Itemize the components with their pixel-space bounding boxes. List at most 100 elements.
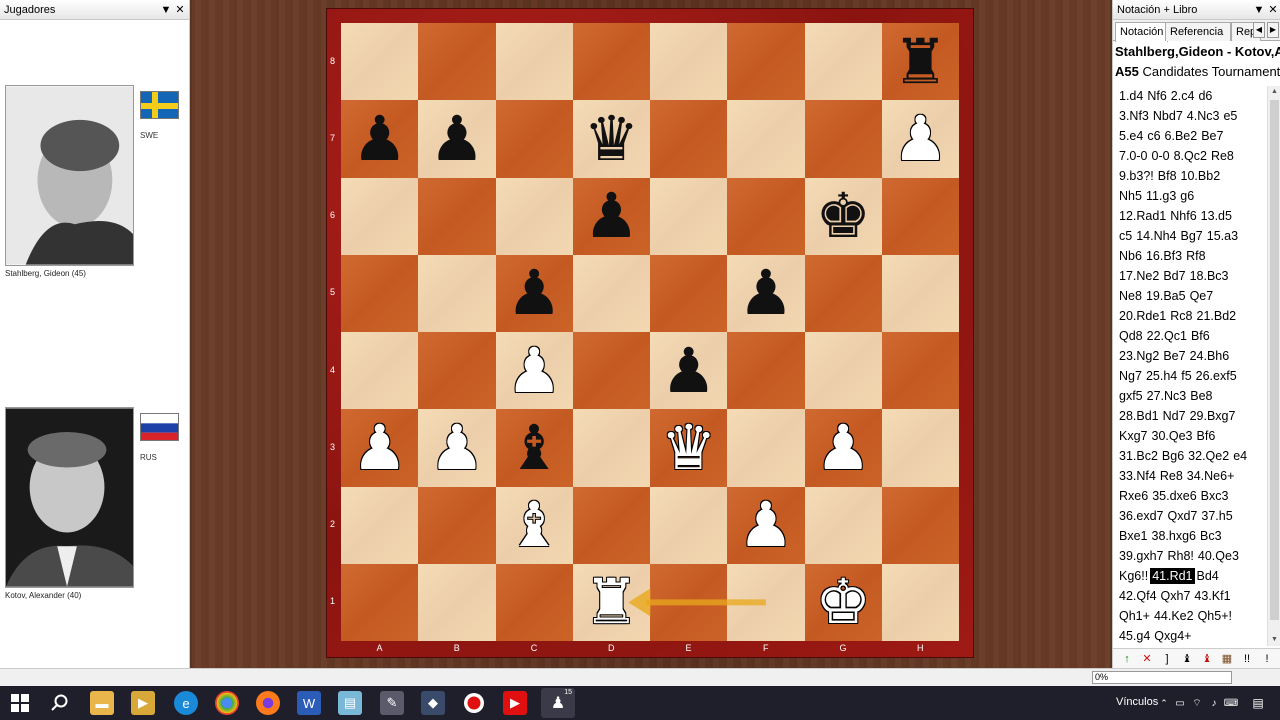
move[interactable]: Bd4 — [1195, 568, 1221, 584]
bracket-icon[interactable]: ] — [1159, 651, 1175, 667]
record-icon[interactable] — [462, 691, 486, 715]
move[interactable]: 10.Bb2 — [1179, 168, 1223, 184]
square-d5[interactable] — [572, 254, 650, 332]
move[interactable]: 12.Rad1 — [1117, 208, 1168, 224]
move[interactable]: Bf8 — [1156, 168, 1179, 184]
square-c6[interactable] — [495, 177, 573, 255]
network-icon[interactable]: ▭ — [1173, 691, 1187, 715]
move[interactable]: 25.h4 — [1144, 368, 1179, 384]
move[interactable]: 36.exd7 — [1117, 508, 1165, 524]
move[interactable]: 42.Qf4 — [1117, 588, 1159, 604]
move[interactable]: 19.Ba5 — [1144, 288, 1188, 304]
move[interactable]: Qxg4+ — [1152, 628, 1193, 644]
square-e2[interactable] — [650, 486, 728, 564]
square-f7[interactable] — [727, 100, 805, 178]
square-c1[interactable] — [495, 563, 573, 641]
black-pawn-c5[interactable]: ♟ — [496, 255, 573, 332]
move[interactable]: 27.Nc3 — [1145, 388, 1189, 404]
move[interactable]: 31.Bc2 — [1117, 448, 1160, 464]
move[interactable]: Rf8 — [1184, 248, 1207, 264]
notepad-icon[interactable]: ▤ — [338, 691, 362, 715]
move[interactable]: Rh8! — [1165, 548, 1195, 564]
panel-menu-icon[interactable]: ▼ — [160, 0, 172, 20]
move[interactable]: 43.Kf1 — [1192, 588, 1232, 604]
move[interactable]: 9.b3?! — [1117, 168, 1156, 184]
square-e6[interactable] — [650, 177, 728, 255]
move[interactable]: Rxe6 — [1117, 488, 1150, 504]
move[interactable]: Qd8 — [1117, 328, 1145, 344]
white-pawn-h7[interactable]: ♟ — [882, 100, 959, 177]
square-b6[interactable] — [418, 177, 496, 255]
move[interactable]: Ng7 — [1117, 368, 1144, 384]
black-pawn-d6[interactable]: ♟ — [573, 178, 650, 255]
bishop-red-icon[interactable]: ♝ — [1199, 651, 1215, 667]
tab-reference[interactable]: Referencia — [1165, 22, 1231, 41]
panel-close-icon[interactable]: ✕ — [174, 0, 186, 20]
file-explorer-icon[interactable]: ▬ — [90, 691, 114, 715]
tab-scroll-right-icon[interactable]: ▶ — [1267, 22, 1279, 38]
move[interactable]: 44.Ke2 — [1152, 608, 1196, 624]
move[interactable]: 32.Qe2 — [1186, 448, 1231, 464]
move[interactable]: Be7 — [1161, 348, 1187, 364]
move[interactable]: 5.e4 — [1117, 128, 1145, 144]
paint-icon[interactable]: ✎ — [380, 691, 404, 715]
move[interactable]: e4 — [1231, 448, 1249, 464]
move[interactable]: 0-0 — [1150, 148, 1172, 164]
square-h1[interactable] — [881, 563, 959, 641]
square-a6[interactable] — [341, 177, 419, 255]
square-h4[interactable] — [881, 332, 959, 410]
media-player-icon[interactable]: ▶ — [131, 691, 155, 715]
black-bishop-c3[interactable]: ♝ — [496, 409, 573, 486]
move[interactable]: d6 — [1196, 88, 1214, 104]
move[interactable]: Bd7 — [1161, 268, 1187, 284]
move[interactable]: c6 — [1145, 128, 1162, 144]
move-list[interactable]: 1.d4 Nf6 2.c4 d6 3.Nf3 Nbd7 4.Nc3 e5 5.e4 c6 6.Be2… — [1117, 86, 1267, 646]
square-a4[interactable] — [341, 332, 419, 410]
move[interactable]: g6 — [1178, 188, 1196, 204]
square-g8[interactable] — [804, 23, 882, 101]
move[interactable]: Be8 — [1188, 388, 1214, 404]
move[interactable]: Ne8 — [1117, 288, 1144, 304]
square-d3[interactable] — [572, 409, 650, 487]
move[interactable]: e5 — [1221, 108, 1239, 124]
tray-expand-icon[interactable]: ⌃ — [1157, 691, 1171, 715]
white-pawn-f2[interactable]: ♟ — [727, 487, 804, 564]
square-a1[interactable] — [341, 563, 419, 641]
white-rook-d1[interactable]: ♜ — [573, 564, 650, 641]
move[interactable]: Kxg7 — [1117, 428, 1150, 444]
notifications-icon[interactable]: ▤ — [1248, 691, 1268, 715]
move[interactable]: Qh5+! — [1196, 608, 1234, 624]
move[interactable]: Bxe1 — [1117, 528, 1150, 544]
wifi-icon[interactable]: ⌔ — [1190, 691, 1204, 715]
move[interactable]: Nh5 — [1117, 188, 1144, 204]
move[interactable]: 38.hxg6 — [1150, 528, 1198, 544]
move[interactable]: 26.exf5 — [1194, 368, 1239, 384]
tray-links-label[interactable]: Vínculos — [1116, 696, 1158, 708]
move[interactable]: Nf6 — [1145, 88, 1168, 104]
move[interactable]: Nb6 — [1117, 248, 1144, 264]
black-king-g6[interactable]: ♚ — [805, 178, 882, 255]
move[interactable]: c5 — [1117, 228, 1134, 244]
panel-menu-icon[interactable]: ▼ — [1253, 0, 1265, 20]
word-icon[interactable]: W — [297, 691, 321, 715]
move[interactable]: Qe7 — [1188, 288, 1216, 304]
move[interactable]: 15.a3 — [1205, 228, 1240, 244]
white-king-g1[interactable]: ♚ — [805, 564, 882, 641]
square-f3[interactable] — [727, 409, 805, 487]
move[interactable]: Bxc3 — [1199, 488, 1231, 504]
square-d4[interactable] — [572, 332, 650, 410]
brilliant-move-icon[interactable]: !! — [1239, 651, 1255, 667]
move-list-scrollbar[interactable]: ▲ ▼ — [1267, 86, 1280, 646]
move[interactable]: 3.Nf3 — [1117, 108, 1151, 124]
white-bishop-c2[interactable]: ♝ — [496, 487, 573, 564]
volume-icon[interactable]: ♪ — [1207, 691, 1221, 715]
move[interactable]: 4.Nc3 — [1185, 108, 1222, 124]
black-queen-d7[interactable]: ♛ — [573, 100, 650, 177]
move[interactable]: Qxh7 — [1159, 588, 1193, 604]
move[interactable]: 2.c4 — [1169, 88, 1197, 104]
delete-icon[interactable]: ✕ — [1139, 651, 1155, 667]
chess-app-icon[interactable]: ♟ 15 — [541, 688, 575, 718]
square-b1[interactable] — [418, 563, 496, 641]
panel-close-icon[interactable]: ✕ — [1267, 0, 1279, 20]
move[interactable]: Nhf6 — [1168, 208, 1198, 224]
